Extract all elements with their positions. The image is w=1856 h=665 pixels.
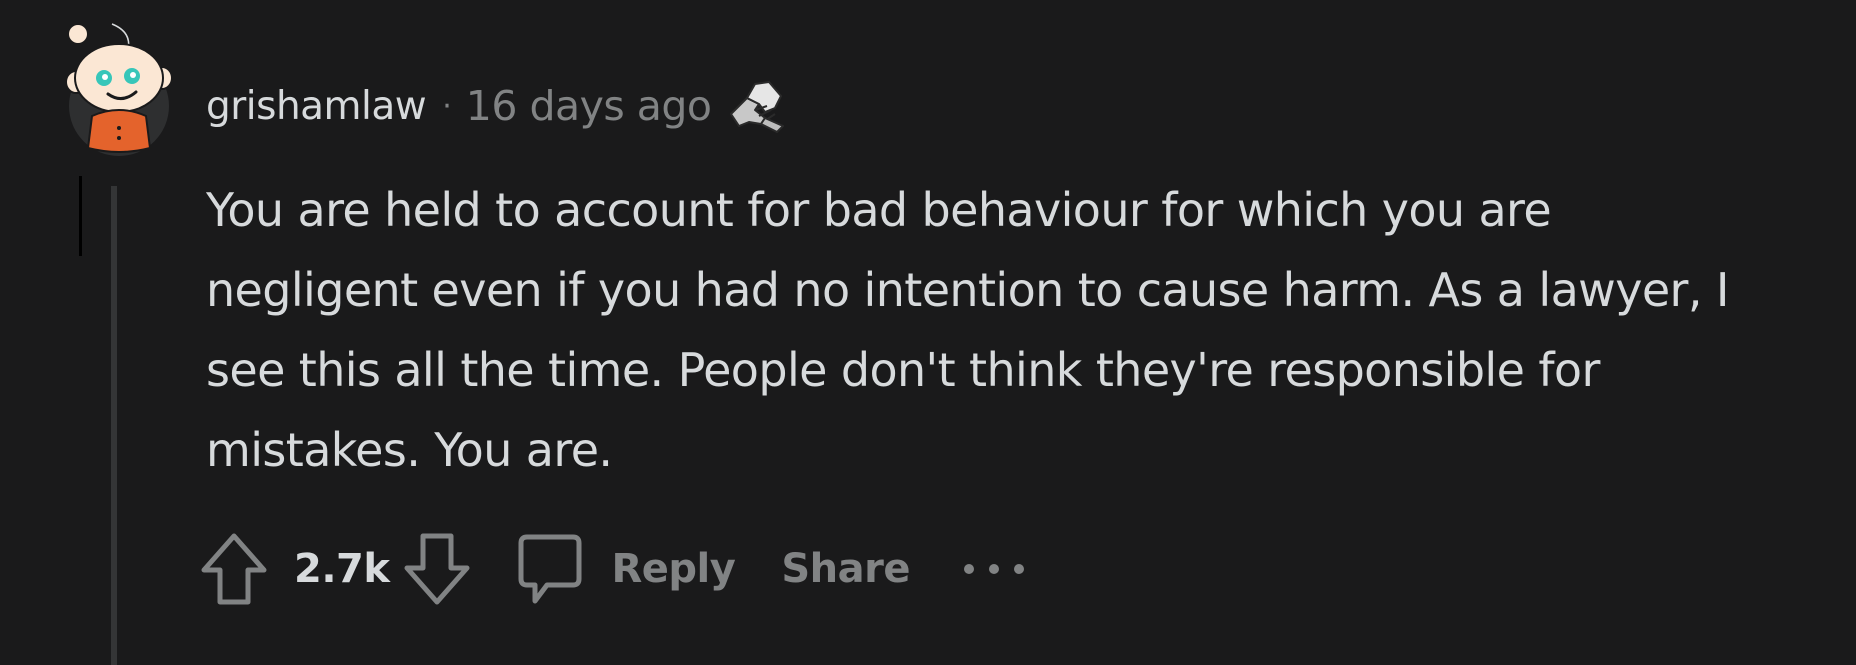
comment-body: You are held to account for bad behaviou…: [206, 183, 1729, 477]
comment-actions: 2.7k Reply Share: [198, 530, 1026, 608]
meta-separator: ·: [442, 88, 452, 124]
downvote-icon[interactable]: [401, 530, 473, 608]
handshake-award-icon[interactable]: [725, 78, 787, 134]
parent-thread-line: [79, 176, 82, 256]
comment-timestamp[interactable]: 16 days ago: [466, 82, 712, 130]
vote-score: 2.7k: [294, 546, 390, 592]
comment-bubble-icon: [518, 534, 582, 604]
comment-meta: grishamlaw · 16 days ago: [206, 78, 787, 134]
thread-collapse-line[interactable]: [111, 186, 117, 665]
upvote-icon[interactable]: [198, 530, 270, 608]
reply-button[interactable]: Reply: [513, 531, 736, 607]
comment: grishamlaw · 16 days ago You are held to…: [0, 0, 1856, 665]
more-options-icon: [963, 564, 1024, 574]
user-avatar[interactable]: [64, 20, 174, 156]
author-username[interactable]: grishamlaw: [206, 84, 427, 129]
more-options-button[interactable]: [962, 549, 1026, 589]
share-button[interactable]: Share: [781, 546, 910, 592]
reply-label: Reply: [611, 546, 736, 592]
